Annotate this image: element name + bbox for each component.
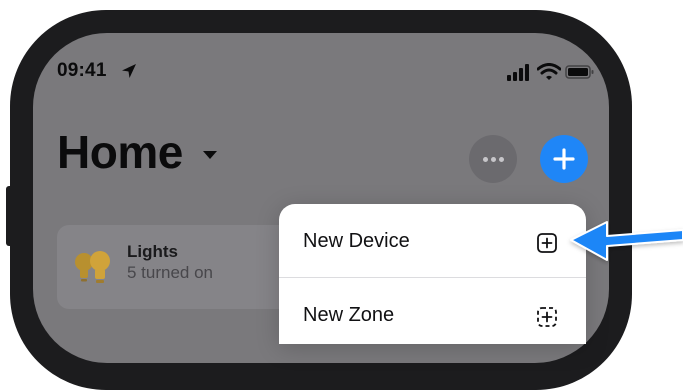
menu-item-new-device[interactable]: New Device <box>279 204 586 276</box>
add-button[interactable] <box>540 135 588 183</box>
phone-side-button <box>6 186 14 246</box>
lights-card[interactable]: Lights 5 turned on <box>57 225 317 309</box>
light-bulb-icon <box>75 251 110 283</box>
more-options-button[interactable] <box>469 135 517 183</box>
status-bar: 09:41 <box>33 33 609 93</box>
card-subtitle: 5 turned on <box>127 263 214 282</box>
callout-arrow-icon <box>570 221 683 261</box>
status-time: 09:41 <box>57 60 107 81</box>
menu-item-label: New Device <box>303 230 410 252</box>
chevron-down-icon[interactable] <box>201 149 219 161</box>
page-title[interactable]: Home <box>57 125 183 179</box>
ellipsis-icon <box>499 157 504 162</box>
ellipsis-icon <box>491 157 496 162</box>
ellipsis-icon <box>483 157 488 162</box>
plus-square-icon <box>537 233 557 253</box>
cellular-signal-icon <box>507 64 529 81</box>
plus-dashed-square-icon <box>537 307 557 327</box>
battery-icon <box>565 65 594 79</box>
context-menu: New Device New Zone <box>279 204 586 344</box>
status-icons <box>507 63 595 81</box>
wifi-icon <box>537 63 561 80</box>
menu-item-new-zone[interactable]: New Zone <box>279 278 586 344</box>
location-arrow-icon <box>122 64 136 78</box>
plus-icon <box>553 148 575 170</box>
card-title: Lights <box>127 242 178 261</box>
